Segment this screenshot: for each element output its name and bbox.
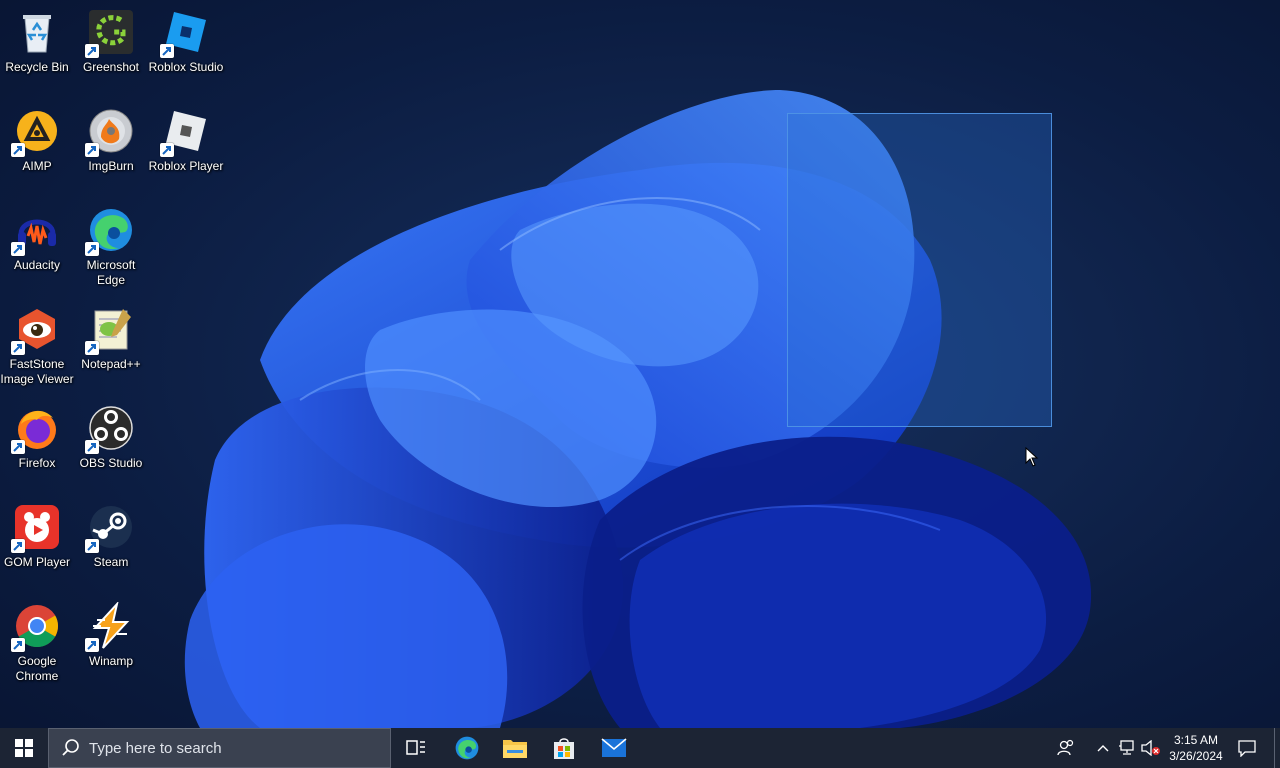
desktop-icon-roblox-player[interactable]: Roblox Player (149, 101, 223, 195)
file-explorer-icon (503, 740, 527, 758)
chevron-up-icon (1097, 745, 1109, 752)
edge-icon (455, 736, 479, 760)
gom-player-icon (11, 503, 61, 553)
chrome-icon (11, 602, 61, 652)
show-desktop-button[interactable] (1274, 728, 1280, 768)
desktop-icon-label: Greenshot (82, 60, 140, 74)
taskbar: Type here to search 3:15 AM 3/26/2024 (0, 728, 1280, 768)
volume-muted-icon (1141, 740, 1160, 756)
desktop-icon-steam[interactable]: Steam (74, 497, 148, 591)
recycle-bin-icon (13, 8, 61, 56)
desktop-icon-label: ImgBurn (88, 159, 134, 173)
desktop-icon-label: Notepad++ (81, 357, 141, 371)
shortcut-arrow-icon (85, 440, 99, 454)
network-button[interactable] (1116, 728, 1138, 768)
taskbar-edge-button[interactable] (443, 728, 491, 768)
clock-date: 3/26/2024 (1169, 749, 1223, 763)
shortcut-arrow-icon (160, 143, 174, 157)
windows-logo-icon (15, 739, 33, 757)
desktop-icon-label: GOM Player (3, 555, 70, 569)
winamp-icon (85, 602, 135, 652)
network-icon (1119, 740, 1134, 755)
desktop-icon-aimp[interactable]: AIMP (0, 101, 74, 195)
desktop-icon-winamp[interactable]: Winamp (74, 596, 148, 690)
desktop-icon-firefox[interactable]: Firefox (0, 398, 74, 492)
start-button[interactable] (0, 728, 48, 768)
desktop-icon-label: Audacity (13, 258, 61, 272)
volume-button[interactable] (1140, 728, 1162, 768)
desktop-icon-label: Roblox Player (148, 159, 224, 173)
desktop-icon-notepadpp[interactable]: Notepad++ (74, 299, 148, 393)
action-center-button[interactable] (1230, 728, 1264, 768)
edge-icon (85, 206, 135, 256)
taskbar-mail-button[interactable] (590, 728, 638, 768)
clock[interactable]: 3:15 AM 3/26/2024 (1162, 728, 1230, 768)
desktop-icon-microsoft-edge[interactable]: Microsoft Edge (74, 200, 148, 294)
mail-icon (601, 738, 627, 757)
firefox-icon (11, 404, 61, 454)
people-button[interactable] (1046, 728, 1086, 768)
desktop-icon-label: Steam (93, 555, 129, 569)
taskbar-file-explorer-button[interactable] (491, 728, 539, 768)
desktop-icon-label: AIMP (22, 159, 52, 173)
desktop-icon-label: FastStone Image Viewer (0, 357, 74, 386)
desktop-icon-label: Microsoft Edge (86, 258, 136, 287)
notification-icon (1238, 740, 1256, 757)
shortcut-arrow-icon (85, 143, 99, 157)
shortcut-arrow-icon (85, 638, 99, 652)
steam-icon (85, 503, 135, 553)
shortcut-arrow-icon (11, 440, 25, 454)
task-view-button[interactable] (392, 728, 440, 768)
search-icon (62, 739, 79, 756)
shortcut-arrow-icon (85, 539, 99, 553)
aimp-icon (11, 107, 61, 157)
desktop-icon-gom-player[interactable]: GOM Player (0, 497, 74, 591)
mouse-cursor-icon (1025, 447, 1039, 467)
desktop[interactable]: Recycle Bin AIMP Audacity FastStone Imag… (0, 0, 1280, 728)
greenshot-icon (85, 8, 135, 58)
roblox-player-icon (160, 107, 210, 157)
desktop-icon-imgburn[interactable]: ImgBurn (74, 101, 148, 195)
task-view-icon (406, 740, 425, 755)
desktop-icon-label: Winamp (88, 654, 133, 668)
notepadpp-icon (85, 305, 135, 355)
shortcut-arrow-icon (11, 638, 25, 652)
desktop-icon-audacity[interactable]: Audacity (0, 200, 74, 294)
taskbar-search-box[interactable]: Type here to search (48, 728, 391, 768)
desktop-icon-recycle-bin[interactable]: Recycle Bin (0, 2, 74, 96)
shortcut-arrow-icon (160, 44, 174, 58)
shortcut-arrow-icon (85, 242, 99, 256)
desktop-icon-label: Google Chrome (15, 654, 59, 683)
shortcut-arrow-icon (85, 44, 99, 58)
audacity-icon (11, 206, 61, 256)
clock-time: 3:15 AM (1173, 733, 1219, 747)
desktop-icon-label: Roblox Studio (148, 60, 224, 74)
search-placeholder: Type here to search (89, 739, 222, 757)
people-icon (1057, 739, 1074, 756)
desktop-icon-label: OBS Studio (79, 456, 143, 470)
shortcut-arrow-icon (11, 242, 25, 256)
show-hidden-icons-button[interactable] (1092, 728, 1114, 768)
microsoft-store-icon (554, 738, 574, 759)
desktop-icon-label: Firefox (18, 456, 56, 470)
desktop-icon-faststone[interactable]: FastStone Image Viewer (0, 299, 74, 393)
desktop-icon-greenshot[interactable]: Greenshot (74, 2, 148, 96)
shortcut-arrow-icon (11, 143, 25, 157)
desktop-icon-obs-studio[interactable]: OBS Studio (74, 398, 148, 492)
imgburn-icon (85, 107, 135, 157)
roblox-studio-icon (160, 8, 210, 58)
desktop-icon-roblox-studio[interactable]: Roblox Studio (149, 2, 223, 96)
shortcut-arrow-icon (11, 539, 25, 553)
shortcut-arrow-icon (11, 341, 25, 355)
desktop-icon-label: Recycle Bin (5, 60, 69, 74)
obs-icon (85, 404, 135, 454)
faststone-icon (11, 305, 61, 355)
selection-rectangle (787, 113, 1052, 427)
desktop-icon-google-chrome[interactable]: Google Chrome (0, 596, 74, 690)
taskbar-microsoft-store-button[interactable] (540, 728, 588, 768)
shortcut-arrow-icon (85, 341, 99, 355)
